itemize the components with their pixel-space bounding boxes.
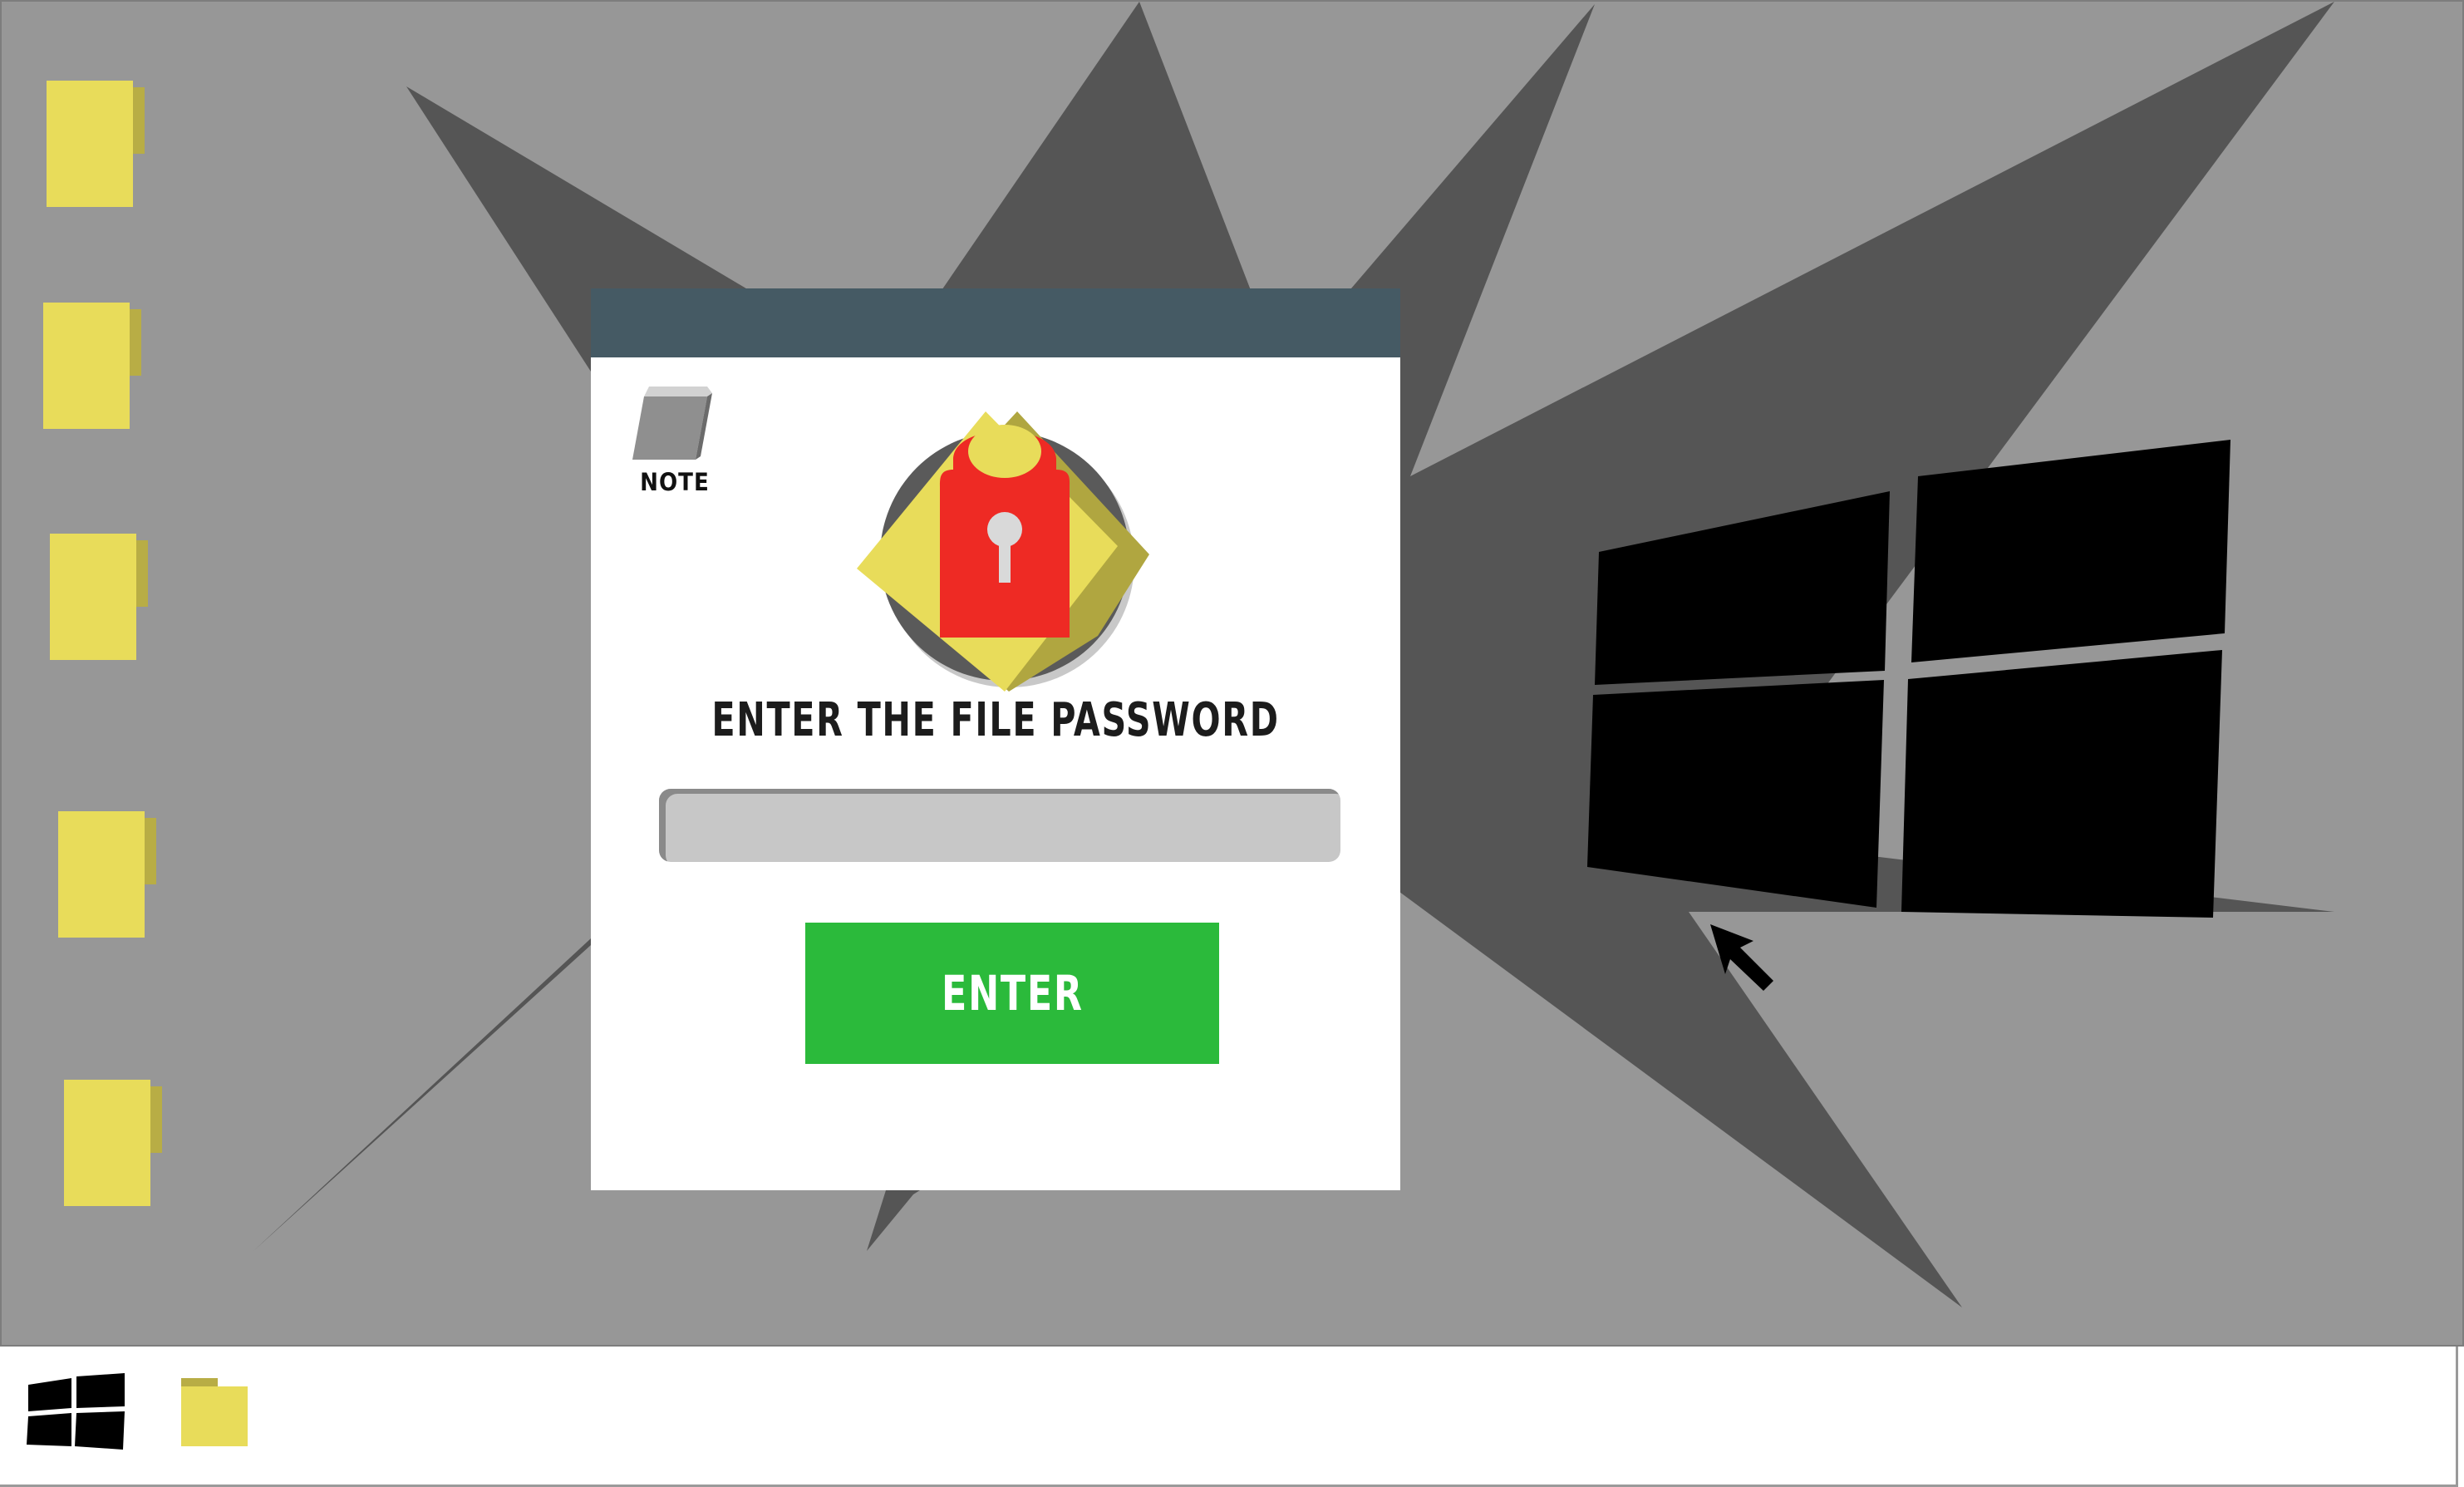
password-input[interactable] bbox=[659, 789, 1340, 862]
folder-icon bbox=[181, 1378, 248, 1446]
folder-icon bbox=[50, 534, 148, 660]
note-file-icon[interactable]: NOTE bbox=[629, 383, 721, 500]
note-label: NOTE bbox=[640, 468, 710, 496]
desktop-folder[interactable] bbox=[45, 79, 153, 212]
dialog-title: ENTER THE FILE PASSWORD bbox=[711, 693, 1280, 747]
enter-button[interactable]: ENTER bbox=[805, 923, 1219, 1064]
windows-start-icon bbox=[27, 1373, 125, 1450]
taskbar-folder-button[interactable] bbox=[180, 1376, 249, 1448]
padlock-icon bbox=[857, 411, 1149, 692]
dialog-titlebar bbox=[591, 288, 1400, 357]
desktop-folder[interactable] bbox=[62, 1078, 170, 1211]
desktop-folder[interactable] bbox=[57, 810, 165, 943]
desktop-folder[interactable] bbox=[48, 532, 156, 665]
desktop: NOTE ENTER THE FILE PASSWORD ENTER bbox=[0, 0, 2464, 1347]
enter-button-label: ENTER bbox=[941, 965, 1084, 1022]
taskbar bbox=[0, 1347, 2458, 1487]
password-dialog: NOTE ENTER THE FILE PASSWORD ENTER bbox=[591, 288, 1400, 1190]
folder-icon bbox=[58, 811, 156, 938]
folder-icon bbox=[43, 303, 141, 429]
mouse-pointer-icon bbox=[1710, 924, 1773, 991]
start-button[interactable] bbox=[25, 1373, 128, 1450]
folder-icon bbox=[64, 1080, 162, 1206]
note-icon bbox=[632, 387, 712, 460]
folder-icon bbox=[47, 81, 145, 207]
desktop-folder[interactable] bbox=[42, 301, 150, 434]
